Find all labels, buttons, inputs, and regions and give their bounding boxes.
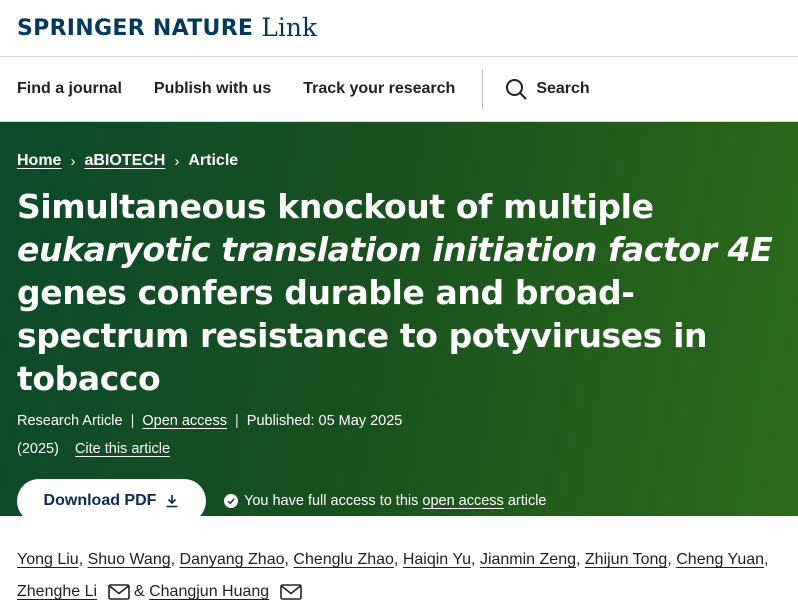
author-name[interactable]: Danyang Zhao — [180, 551, 285, 568]
nav-track-research[interactable]: Track your research — [303, 80, 455, 98]
search-icon — [506, 79, 527, 100]
author-separator: , — [575, 551, 581, 568]
cite-article-link[interactable]: Cite this article — [75, 441, 170, 457]
author-name[interactable]: Zhenghe Li — [17, 583, 97, 600]
title-part2: genes confers durable and broad-spectrum… — [17, 273, 708, 398]
nav-publish[interactable]: Publish with us — [154, 80, 271, 98]
breadcrumb: Home › aBIOTECH › Article — [17, 152, 781, 170]
author-name[interactable]: Chenglu Zhao — [293, 551, 394, 568]
author-separator: , — [471, 551, 476, 568]
article-meta-secondary: (2025) Cite this article — [17, 441, 781, 457]
breadcrumb-home[interactable]: Home — [17, 152, 61, 170]
author-list: Yong Liu, Shuo Wang, Danyang Zhao, Cheng… — [0, 516, 798, 608]
download-pdf-button[interactable]: Download PDF — [17, 479, 206, 523]
chevron-right-icon: › — [70, 152, 76, 170]
author-name[interactable]: Zhijun Tong — [585, 551, 667, 568]
nav-find-journal[interactable]: Find a journal — [17, 80, 122, 98]
author-separator: , — [78, 551, 84, 568]
site-header: SPRINGER NATURE Link — [0, 0, 798, 57]
author-name[interactable]: Haiqin Yu — [403, 551, 471, 568]
author-separator: , — [393, 551, 399, 568]
access-suffix: article — [507, 493, 547, 509]
article-hero: Home › aBIOTECH › Article Simultaneous k… — [0, 122, 798, 523]
author-separator: , — [667, 551, 672, 568]
title-part1: Simultaneous knockout of multiple — [17, 187, 654, 226]
article-actions: Download PDF You have full access to thi… — [17, 479, 781, 523]
author-name[interactable]: Cheng Yuan — [676, 551, 764, 568]
nav-divider — [482, 69, 484, 109]
author-and: & — [133, 583, 145, 600]
meta-divider: | — [130, 413, 135, 429]
author-separator: , — [170, 551, 176, 568]
article-title: Simultaneous knockout of multiple eukary… — [17, 185, 781, 400]
author-name[interactable]: Yong Liu — [17, 551, 79, 568]
open-access-link[interactable]: Open access — [142, 413, 227, 429]
search-label: Search — [536, 80, 590, 97]
meta-divider: | — [235, 413, 239, 429]
author-separator: , — [764, 551, 769, 568]
article-type: Research Article — [17, 413, 123, 429]
mail-icon[interactable] — [107, 584, 130, 600]
check-circle-icon — [224, 494, 238, 508]
author-name[interactable]: Shuo Wang — [88, 551, 171, 568]
title-italic: eukaryotic translation initiation factor… — [17, 230, 773, 269]
article-year: (2025) — [17, 441, 59, 457]
author-name[interactable]: Changjun Huang — [149, 583, 269, 600]
breadcrumb-current: Article — [188, 152, 239, 169]
mail-icon[interactable] — [279, 584, 302, 600]
access-prefix: You have full access to this — [244, 493, 419, 509]
springer-nature-logo[interactable]: SPRINGER NATURE — [17, 16, 253, 41]
download-pdf-label: Download PDF — [43, 492, 157, 509]
search-button[interactable]: Search — [505, 78, 590, 100]
breadcrumb-journal[interactable]: aBIOTECH — [84, 152, 165, 170]
access-notice: You have full access to this open access… — [224, 493, 547, 509]
article-meta: Research Article | Open access | Publish… — [17, 413, 781, 429]
access-open-access-link[interactable]: open access — [422, 493, 503, 509]
chevron-right-icon: › — [174, 152, 180, 170]
author-separator: , — [284, 551, 289, 568]
link-logo[interactable]: Link — [261, 13, 317, 42]
published-date: Published: 05 May 2025 — [246, 413, 403, 429]
download-icon — [166, 495, 178, 508]
author-name[interactable]: Jianmin Zeng — [480, 551, 576, 568]
main-nav: Find a journal Publish with us Track you… — [0, 57, 798, 122]
